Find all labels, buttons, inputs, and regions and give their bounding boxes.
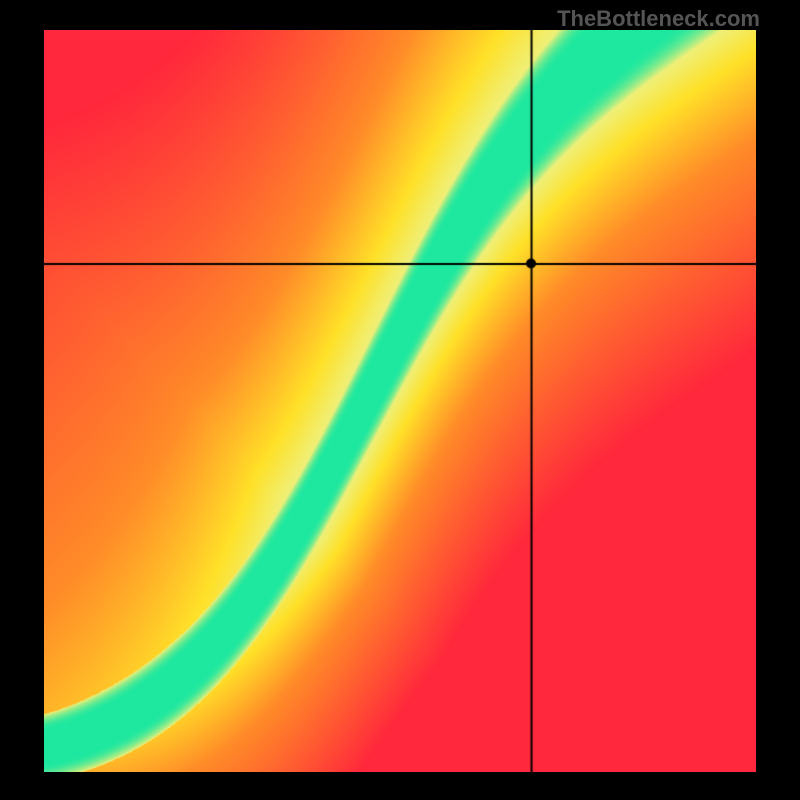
watermark-text: TheBottleneck.com [557,6,760,32]
heatmap-canvas [44,30,756,772]
chart-frame: TheBottleneck.com [0,0,800,800]
heatmap-plot [44,30,756,772]
